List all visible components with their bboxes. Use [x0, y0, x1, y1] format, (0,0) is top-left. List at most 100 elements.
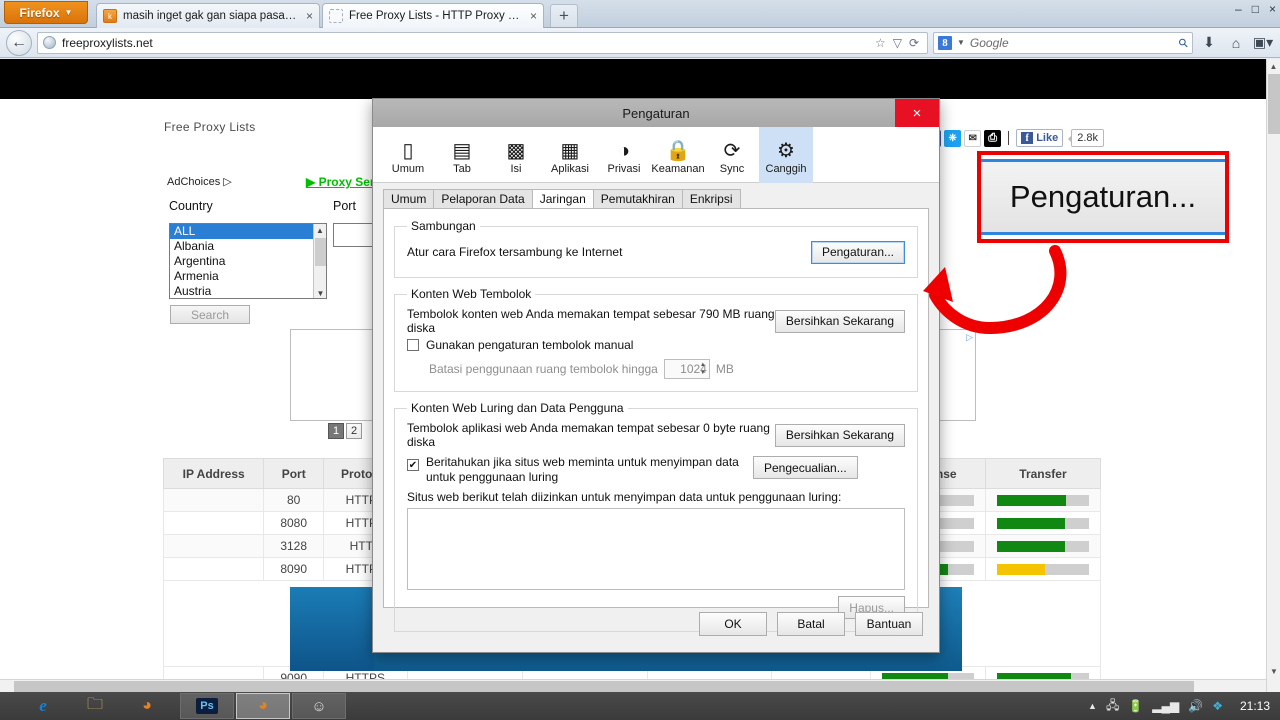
bookmarks-icon[interactable]: ▣▾ [1252, 32, 1274, 54]
tab-close-icon[interactable]: × [530, 9, 537, 23]
tab-strip: Firefox ▼ k masih inget gak gan siapa pa… [0, 0, 1280, 28]
page-1-button[interactable]: 1 [328, 423, 344, 439]
ok-button[interactable]: OK [699, 612, 767, 636]
page-vertical-scrollbar[interactable]: ▲ ▼ [1266, 59, 1280, 692]
page-horizontal-scrollbar[interactable] [0, 679, 1266, 692]
adchoices-label[interactable]: AdChoices ▷ [167, 175, 232, 188]
taskbar-photoshop-app[interactable]: Ps [180, 693, 234, 719]
taskbar-firefox-window[interactable]: ◕ [236, 693, 290, 719]
offline-notify-row: ✔ Beritahukan jika situs web meminta unt… [407, 453, 905, 485]
col-transfer[interactable]: Transfer [984, 458, 1102, 489]
print-icon[interactable]: ⎙ [984, 129, 1002, 147]
cache-limit-input[interactable]: 1024 ▲ ▼ [663, 359, 710, 379]
sync-icon: ⟳ [723, 140, 741, 162]
downloads-icon[interactable]: ⬇ [1198, 32, 1220, 54]
bookmark-star-icon[interactable]: ☆ [875, 36, 886, 50]
lock-icon: 🔒 [665, 140, 691, 162]
search-icon[interactable]: ⚲ [1176, 34, 1192, 50]
facebook-like-button[interactable]: f Like [1016, 129, 1064, 147]
subtab-pemutakhiran[interactable]: Pemutakhiran [592, 189, 683, 208]
url-bar[interactable]: freeproxylists.net ☆ ▽ ⟳ [37, 31, 928, 54]
firefox-menu-button[interactable]: Firefox ▼ [4, 1, 88, 24]
taskbar-smiley-app[interactable]: ☺ [292, 693, 346, 719]
subtab-umum[interactable]: Umum [383, 189, 435, 208]
exceptions-button[interactable]: Pengecualian... [753, 456, 858, 479]
connection-settings-button[interactable]: Pengaturan... [810, 240, 905, 264]
like-count-badge: 2.8k [1068, 129, 1104, 147]
prefs-pane-tab[interactable]: ▤ Tab [435, 127, 489, 183]
manual-cache-row: Gunakan pengaturan tembolok manual [407, 335, 905, 355]
scroll-up-icon[interactable]: ▲ [314, 224, 326, 237]
prefs-pane-keamanan[interactable]: 🔒 Keamanan [651, 127, 705, 183]
battery-icon[interactable]: 🔋 [1128, 699, 1143, 713]
allowed-sites-listbox[interactable] [407, 508, 905, 590]
prefs-pane-canggih[interactable]: ⚙ Canggih [759, 127, 813, 183]
country-listbox[interactable]: ALL Albania Argentina Armenia Austria ▲ … [169, 223, 327, 299]
col-port[interactable]: Port [263, 458, 324, 489]
search-button[interactable]: Search [170, 305, 250, 324]
subtab-enkripsi[interactable]: Enkripsi [681, 189, 741, 208]
country-option[interactable]: Armenia [170, 269, 326, 284]
new-tab-button[interactable]: + [550, 4, 578, 27]
network-error-icon[interactable]: 🖧 [1106, 696, 1119, 717]
taskbar-firefox-icon[interactable]: ◕ [128, 692, 166, 720]
subtab-jaringan[interactable]: Jaringan [531, 189, 594, 208]
cache-row: Tembolok konten web Anda memakan tempat … [407, 307, 905, 335]
prefs-pane-sync[interactable]: ⟳ Sync [705, 127, 759, 183]
chevron-down-icon[interactable]: ▼ [957, 38, 965, 47]
col-ip-address[interactable]: IP Address [162, 458, 265, 489]
close-window-button[interactable]: × [1269, 2, 1276, 16]
scroll-up-icon[interactable]: ▲ [1267, 59, 1280, 73]
scroll-down-icon[interactable]: ▼ [314, 287, 326, 298]
scroll-down-icon[interactable]: ▼ [1267, 664, 1280, 678]
taskbar-clock[interactable]: 21:13 [1232, 699, 1270, 713]
close-icon[interactable]: × [895, 99, 939, 127]
scrollbar-thumb[interactable] [14, 681, 1194, 692]
country-option[interactable]: ALL [170, 224, 326, 239]
volume-icon[interactable]: 🔊 [1188, 699, 1203, 713]
twitter-icon[interactable]: ❈ [944, 129, 962, 147]
signal-icon[interactable]: ▂▄▆ [1152, 699, 1179, 713]
tab-close-icon[interactable]: × [306, 9, 313, 23]
country-option[interactable]: Austria [170, 284, 326, 298]
search-bar[interactable]: 8 ▼ Google ⚲ [933, 31, 1193, 54]
prefs-pane-privasi[interactable]: ◑ Privasi [597, 127, 651, 183]
cell-transfer [984, 488, 1102, 512]
page-2-button[interactable]: 2 [346, 423, 362, 439]
spinner-arrows-icon[interactable]: ▲ ▼ [698, 361, 708, 377]
subtab-pelaporan-data[interactable]: Pelaporan Data [433, 189, 533, 208]
prefs-pane-isi[interactable]: ▩ Isi [489, 127, 543, 183]
home-icon[interactable]: ⌂ [1225, 32, 1247, 54]
chevron-down-icon[interactable]: ▽ [893, 36, 902, 50]
help-button[interactable]: Bantuan [855, 612, 923, 636]
email-icon[interactable]: ✉ [964, 129, 982, 147]
maximize-button[interactable]: □ [1252, 2, 1259, 16]
taskbar-ie-icon[interactable]: e [24, 692, 62, 720]
ad-placeholder-left[interactable] [290, 329, 374, 421]
manual-cache-checkbox[interactable] [407, 339, 419, 351]
site-logo: Free Proxy Lists [164, 120, 256, 134]
clear-offline-button[interactable]: Bersihkan Sekarang [774, 423, 905, 447]
prefs-pane-umum[interactable]: ▯ Umum [381, 127, 435, 183]
clear-cache-button[interactable]: Bersihkan Sekarang [774, 309, 905, 333]
browser-tab-1[interactable]: k masih inget gak gan siapa pasangan f..… [96, 3, 320, 28]
transfer-bar [996, 541, 1089, 553]
country-option[interactable]: Argentina [170, 254, 326, 269]
cancel-button[interactable]: Batal [777, 612, 845, 636]
prefs-pane-aplikasi[interactable]: ▦ Aplikasi [543, 127, 597, 183]
country-scrollbar[interactable]: ▲ ▼ [313, 224, 326, 298]
prefs-pane-label: Canggih [765, 163, 807, 175]
country-option[interactable]: Albania [170, 239, 326, 254]
tray-expand-icon[interactable]: ▲ [1088, 701, 1097, 711]
reload-icon[interactable]: ⟳ [909, 36, 919, 50]
annotation-callout-box: Pengaturan... [977, 151, 1229, 243]
minimize-button[interactable]: – [1235, 2, 1242, 16]
scrollbar-thumb[interactable] [315, 238, 326, 266]
adchoices-icon[interactable]: ▷ [966, 332, 973, 343]
offline-notify-checkbox[interactable]: ✔ [407, 459, 419, 471]
back-button[interactable]: ← [6, 29, 32, 56]
dropbox-icon[interactable]: ❖ [1212, 699, 1223, 713]
scrollbar-thumb[interactable] [1268, 74, 1280, 134]
taskbar-explorer-icon[interactable]: 🗀 [76, 692, 114, 720]
browser-tab-2[interactable]: Free Proxy Lists - HTTP Proxy Servers ..… [322, 3, 544, 28]
